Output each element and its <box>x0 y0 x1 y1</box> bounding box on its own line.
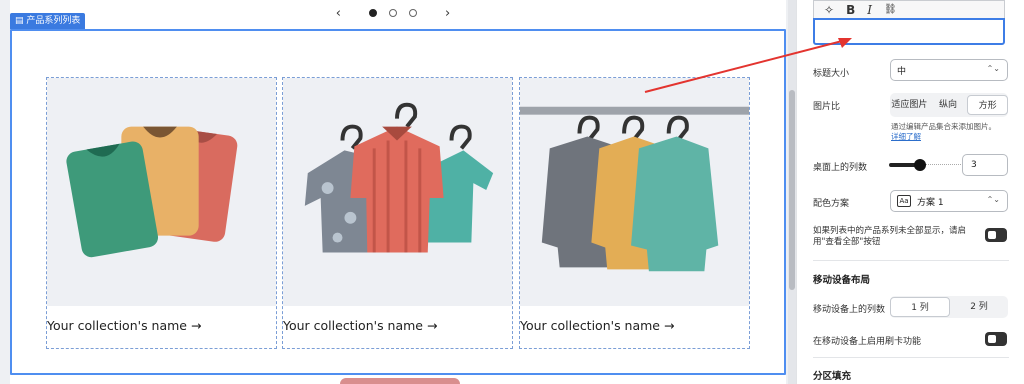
collection-name-link[interactable]: Your collection's name → <box>520 318 674 333</box>
chevron-updown-icon: ⌃⌄ <box>986 64 1000 73</box>
desktop-columns-label: 桌面上的列数 <box>813 163 868 173</box>
link-icon[interactable]: ⛓ <box>884 4 897 15</box>
color-scheme-select[interactable]: Aa 方案 1 ⌃⌄ <box>890 190 1008 212</box>
show-all-label: 如果列表中的产品系列未全部显示，请启用"查看全部"按钮 <box>813 226 967 247</box>
pager-dot-1[interactable] <box>369 9 377 17</box>
ratio-option-square[interactable]: 方形 <box>967 95 1009 115</box>
hanging-sweaters-illustration <box>520 106 749 272</box>
section-padding-heading: 分区填充 <box>813 371 852 382</box>
columns-slider-handle[interactable] <box>914 159 926 171</box>
pager-dots <box>369 9 417 17</box>
next-section-edge <box>340 378 460 384</box>
collection-card[interactable]: Your collection's name → <box>282 77 513 349</box>
image-ratio-segmented: 适应图片 纵向 方形 <box>890 93 1009 117</box>
mobile-columns-segmented: 1 列 2 列 <box>890 296 1008 318</box>
mobile-layout-heading: 移动设备布局 <box>813 275 871 286</box>
image-ratio-help: 通过编辑产品集合来添加图片。 详细了解 <box>891 122 996 142</box>
heading-size-label: 标题大小 <box>813 69 850 79</box>
show-all-toggle[interactable] <box>985 228 1007 242</box>
bold-button[interactable]: B <box>846 3 855 17</box>
color-scheme-label: 配色方案 <box>813 199 850 209</box>
divider <box>813 357 1009 358</box>
image-ratio-label: 图片比 <box>813 102 841 112</box>
collection-name-link[interactable]: Your collection's name → <box>283 318 437 333</box>
heading-size-select[interactable]: 中 ⌃⌄ <box>890 59 1008 81</box>
scrollbar-thumb[interactable] <box>789 90 795 290</box>
magic-icon[interactable]: ✧ <box>824 3 834 17</box>
collection-card[interactable]: Your collection's name → <box>46 77 277 349</box>
pager-dot-2[interactable] <box>389 9 397 17</box>
heading-text-input[interactable] <box>813 18 1005 45</box>
swipe-toggle[interactable] <box>985 332 1007 346</box>
heading-size-value: 中 <box>897 66 907 77</box>
help-text: 通过编辑产品集合来添加图片。 <box>891 122 996 131</box>
ratio-option-portrait[interactable]: 纵向 <box>929 95 968 115</box>
learn-more-link[interactable]: 详细了解 <box>891 132 921 141</box>
color-scheme-badge: Aa <box>897 195 911 207</box>
swipe-label: 在移动设备上启用刷卡功能 <box>813 337 922 347</box>
italic-button[interactable]: I <box>867 3 872 17</box>
collection-name-link[interactable]: Your collection's name → <box>47 318 201 333</box>
divider <box>813 260 1009 261</box>
hanging-shirts-illustration <box>304 102 494 253</box>
collection-image <box>520 78 749 306</box>
mobile-option-2[interactable]: 2 列 <box>950 297 1008 317</box>
collection-image <box>283 78 512 306</box>
color-scheme-value: 方案 1 <box>917 197 944 208</box>
slideshow-pager: ‹ › <box>0 0 786 26</box>
section-tag[interactable]: ▤ 产品系列列表 <box>10 13 86 29</box>
pager-prev-button[interactable]: ‹ <box>336 6 341 21</box>
folded-shirts-illustration <box>66 126 238 258</box>
text-format-toolbar: ✧ B I ⛓ <box>813 0 1005 18</box>
canvas-scrollbar[interactable] <box>788 0 796 384</box>
columns-slider-rest[interactable] <box>925 164 961 165</box>
desktop-columns-input[interactable]: 3 <box>962 154 1008 176</box>
settings-panel: ✧ B I ⛓ 标题大小 中 ⌃⌄ 图片比 适应图片 纵向 方形 通过编辑产品集… <box>796 0 1024 384</box>
ratio-option-adapt[interactable]: 适应图片 <box>890 95 929 115</box>
editor-canvas: ‹ › ▤ 产品系列列表 Your collection's name → Yo… <box>0 0 796 384</box>
pager-dot-3[interactable] <box>409 9 417 17</box>
chevron-updown-icon: ⌃⌄ <box>986 195 1000 204</box>
pager-next-button[interactable]: › <box>445 6 450 21</box>
collection-card[interactable]: Your collection's name → <box>519 77 750 349</box>
mobile-option-1[interactable]: 1 列 <box>890 297 950 317</box>
collection-image <box>47 78 276 306</box>
mobile-columns-label: 移动设备上的列数 <box>813 305 886 315</box>
